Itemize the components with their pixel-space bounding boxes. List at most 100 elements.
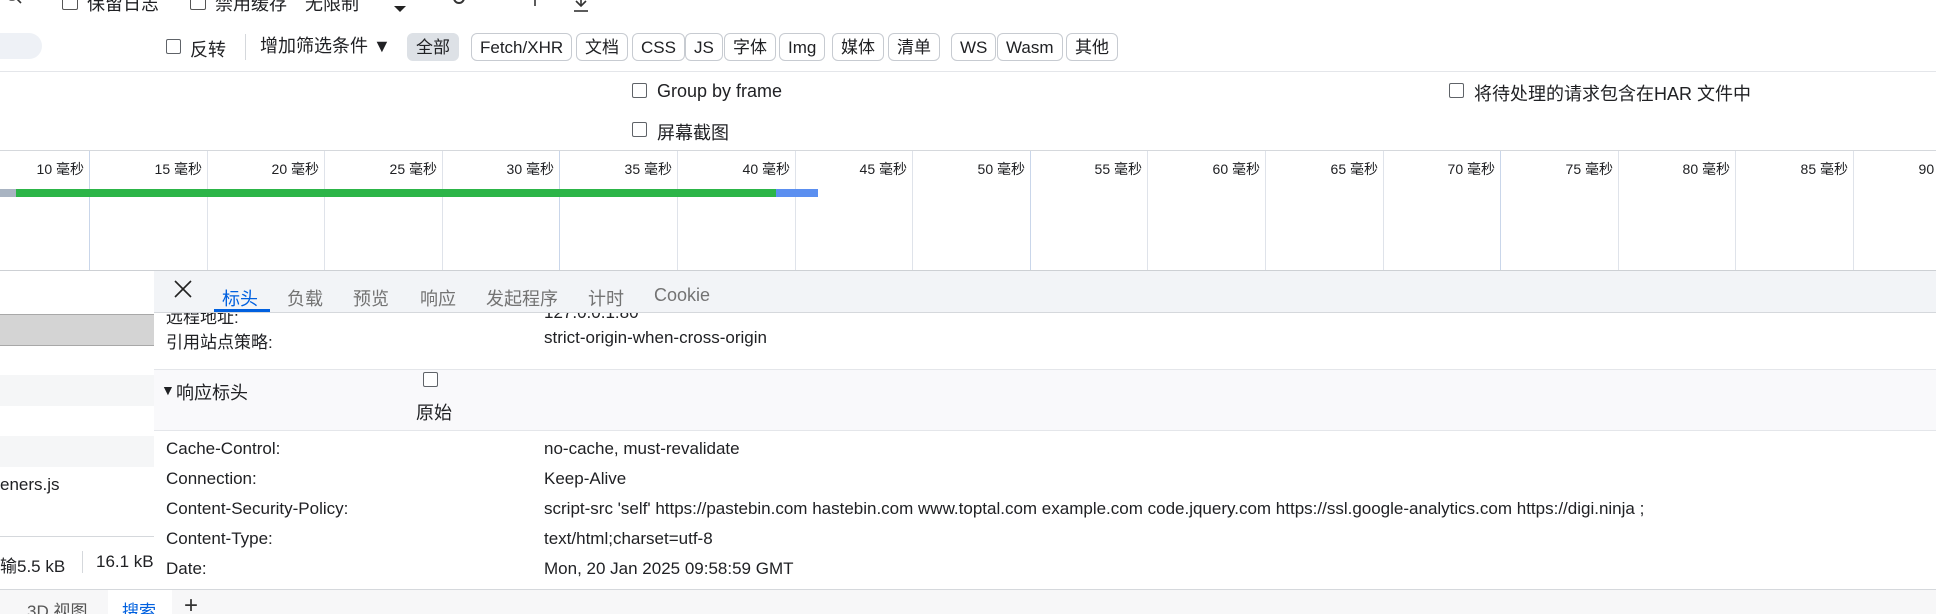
filter-type-font[interactable]: 字体 (724, 33, 776, 61)
timeline-gridline (324, 151, 325, 270)
gear-icon[interactable] (449, 0, 469, 15)
screenshot-checkbox[interactable] (632, 122, 647, 137)
import-icon[interactable] (527, 0, 543, 17)
persist-logs-checkbox[interactable] (62, 0, 78, 10)
chevron-down-icon[interactable]: ▼ (161, 382, 175, 398)
filter-type-wasm[interactable]: Wasm (997, 33, 1063, 61)
divider (82, 551, 83, 573)
headers-content: 远程地址: 127.0.0.1:80 引用站点策略: strict-origin… (154, 313, 1936, 589)
timeline-gridline (1147, 151, 1148, 270)
filter-type-all[interactable]: 全部 (407, 33, 459, 61)
tab-preview[interactable]: 预览 (353, 285, 389, 311)
disable-cache-checkbox[interactable] (190, 0, 206, 10)
raw-toggle-label: 原始 (416, 403, 452, 423)
timeline-gridline (912, 151, 913, 270)
timeline-tick-label: 55 毫秒 (1094, 161, 1142, 177)
timeline-tick-label: 30 毫秒 (506, 161, 554, 177)
timeline-tick-label: 50 毫秒 (977, 161, 1025, 177)
tab-3d-view[interactable]: 3D 视图 (27, 597, 87, 614)
header-value: Keep-Alive (544, 469, 627, 488)
request-file-name[interactable]: eners.js (0, 475, 60, 495)
timeline-tick-label: 70 毫秒 (1447, 161, 1495, 177)
search-icon[interactable] (4, 0, 24, 13)
tab-response[interactable]: 响应 (420, 285, 456, 311)
throttling-select[interactable]: 无限制 (305, 0, 359, 16)
group-by-frame-checkbox[interactable] (632, 83, 647, 98)
filter-type-ws[interactable]: WS (951, 33, 997, 61)
timeline-tick-label: 85 毫秒 (1800, 161, 1848, 177)
referrer-policy-label: 引用站点策略: (166, 333, 273, 352)
header-value: Mon, 20 Jan 2025 09:58:59 GMT (544, 559, 794, 578)
timeline-tick-label: 80 毫秒 (1682, 161, 1730, 177)
timeline-gridline (1030, 151, 1031, 270)
filter-type-other[interactable]: 其他 (1066, 33, 1118, 61)
invert-checkbox[interactable] (166, 39, 181, 54)
header-value: script-src 'self' https://pastebin.com h… (544, 499, 1645, 518)
filter-type-img[interactable]: Img (779, 33, 826, 61)
close-icon[interactable] (173, 279, 193, 304)
timeline-tick-label: 10 毫秒 (36, 161, 84, 177)
filter-type-doc[interactable]: 文档 (576, 33, 628, 61)
persist-logs-label: 保留日志 (87, 0, 159, 14)
tab-timings[interactable]: 计时 (588, 285, 624, 311)
timeline-tick-label: 90 毫秒 (1918, 161, 1936, 177)
timeline-gridline (1735, 151, 1736, 270)
size-summary: 16.1 kB (96, 552, 154, 571)
table-row[interactable] (0, 314, 154, 346)
filter-type-manifest[interactable]: 清单 (888, 33, 940, 61)
details-tabbar: 标头 负载 预览 响应 发起程序 计时 Cookie (154, 271, 1936, 313)
tab-headers[interactable]: 标头 (222, 285, 258, 311)
tab-initiator[interactable]: 发起程序 (486, 285, 558, 311)
timeline-gridline (559, 151, 560, 270)
add-filter-button[interactable]: 增加筛选条件 ▼ (260, 32, 391, 58)
timeline-request-bar[interactable] (0, 189, 818, 197)
timeline-tick-label: 20 毫秒 (271, 161, 319, 177)
timeline-gridline (1853, 151, 1854, 270)
timeline-gridline (677, 151, 678, 270)
timeline-overview[interactable]: 10 毫秒 15 毫秒 20 毫秒 25 毫秒 30 毫秒 35 毫秒 40 毫秒 45 毫秒… (0, 151, 1936, 271)
timeline-gridline (442, 151, 443, 270)
timeline-gridline (1500, 151, 1501, 270)
filter-type-xhr[interactable]: Fetch/XHR (471, 33, 573, 61)
header-name: Content-Security-Policy: (166, 499, 349, 518)
divider (245, 34, 246, 60)
bottom-tabbar: 3D 视图 搜索 + (0, 589, 1936, 614)
include-pending-har-checkbox[interactable] (1449, 83, 1464, 98)
add-tab-button[interactable]: + (184, 592, 198, 614)
header-name: Date: (166, 559, 207, 578)
group-by-frame-label: Group by frame (657, 81, 783, 101)
invert-label: 反转 (190, 40, 226, 60)
chevron-down-icon[interactable] (392, 0, 408, 19)
timeline-tick-label: 60 毫秒 (1212, 161, 1260, 177)
header-value: text/html;charset=utf-8 (544, 529, 713, 548)
selected-tab-indicator (214, 309, 270, 312)
filter-url-input[interactable] (0, 33, 42, 59)
timeline-gridline (89, 151, 90, 270)
filter-type-css[interactable]: CSS (632, 33, 685, 61)
timeline-tick-label: 40 毫秒 (742, 161, 790, 177)
screenshot-label: 屏幕截图 (657, 123, 729, 143)
timeline-gridline (1618, 151, 1619, 270)
timeline-tick-label: 75 毫秒 (1565, 161, 1613, 177)
table-row[interactable] (0, 375, 154, 406)
tab-search[interactable]: 搜索 (122, 597, 156, 614)
timeline-tick-label: 35 毫秒 (624, 161, 672, 177)
tab-cookies[interactable]: Cookie (654, 285, 710, 306)
timeline-tick-label: 15 毫秒 (154, 161, 202, 177)
table-row[interactable] (0, 436, 154, 467)
header-name: Content-Type: (166, 529, 273, 548)
header-name: Connection: (166, 469, 257, 488)
filter-type-js[interactable]: JS (685, 33, 723, 61)
timeline-gridline (207, 151, 208, 270)
response-headers-title[interactable]: 响应标头 (176, 379, 248, 405)
timeline-gridline (795, 151, 796, 270)
header-name: Cache-Control: (166, 439, 281, 458)
top-toolbar: 保留日志 禁用缓存 无限制 (0, 0, 1936, 23)
filter-type-media[interactable]: 媒体 (832, 33, 884, 61)
network-options: Group by frame 将待处理的请求包含在HAR 文件中 屏幕截图 (0, 72, 1936, 151)
download-icon[interactable] (572, 0, 590, 19)
request-details-panel: 标头 负载 预览 响应 发起程序 计时 Cookie 远程地址: 127.0.0… (154, 271, 1936, 589)
tab-payload[interactable]: 负载 (287, 285, 323, 311)
raw-toggle-checkbox[interactable] (423, 372, 438, 387)
transferred-summary: 输5.5 kB (0, 557, 66, 576)
